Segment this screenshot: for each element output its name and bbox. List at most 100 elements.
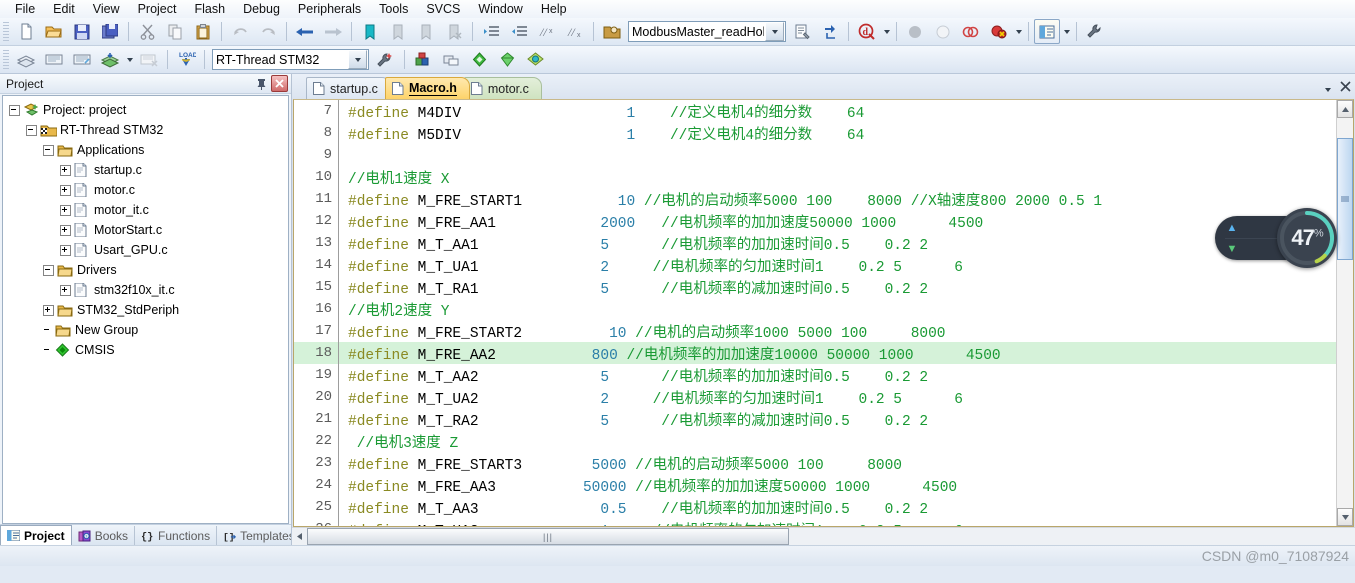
tree-expander-minus-icon[interactable] <box>9 104 20 116</box>
editor-tab-startup-c[interactable]: startup.c <box>306 77 391 99</box>
target-combo-arrow[interactable] <box>348 50 367 69</box>
editor-horizontal-scrollbar[interactable]: ||| <box>292 527 1355 545</box>
scroll-thumb[interactable] <box>1337 138 1353 260</box>
code-line[interactable]: 8 #define M5DIV 1 //定义电机4的细分数 64 <box>294 122 1336 144</box>
tree-expander-plus-icon[interactable] <box>60 224 71 236</box>
scroll-left-button[interactable] <box>292 533 307 540</box>
code-line[interactable]: 11 #define M_FRE_START1 10 //电机的启动频率5000 … <box>294 188 1336 210</box>
new-file-icon[interactable] <box>13 19 39 44</box>
rebuild-icon[interactable] <box>69 47 95 72</box>
code-line[interactable]: 22 //电机3速度 Z <box>294 430 1336 452</box>
target-options-icon[interactable] <box>373 47 399 72</box>
project-tab-project[interactable]: Project <box>0 525 72 545</box>
code-line[interactable]: 16 //电机2速度 Y <box>294 298 1336 320</box>
menu-item-peripherals[interactable]: Peripherals <box>289 1 370 17</box>
tree-item-motorstart-c[interactable]: MotorStart.c <box>3 220 288 240</box>
window-layout-icon[interactable] <box>1034 19 1060 44</box>
menu-item-window[interactable]: Window <box>469 1 531 17</box>
tree-item-rt-thread-stm32[interactable]: RT-Thread STM32 <box>3 120 288 140</box>
menu-item-view[interactable]: View <box>84 1 129 17</box>
tree-expander-plus-icon[interactable] <box>60 164 71 176</box>
tree-item-stm32-stdperiph[interactable]: STM32_StdPeriph <box>3 300 288 320</box>
tree-expander-plus-icon[interactable] <box>60 204 71 216</box>
tree-expander-minus-icon[interactable] <box>43 144 54 156</box>
manage-components-icon[interactable] <box>410 47 436 72</box>
editor-tab-macro-h[interactable]: Macro.h <box>384 77 470 99</box>
breakpoint-icon[interactable] <box>986 19 1012 44</box>
menu-item-edit[interactable]: Edit <box>44 1 84 17</box>
debug-dropdown-arrow[interactable] <box>881 20 892 43</box>
code-line[interactable]: 12 #define M_FRE_AA1 2000 //电机频率的加加速度5000… <box>294 210 1336 232</box>
tree-expander-minus-icon[interactable] <box>43 264 54 276</box>
scroll-down-button[interactable] <box>1337 508 1353 526</box>
browse-symbol-icon[interactable] <box>599 19 625 44</box>
project-tree[interactable]: Project: project RT-Thread STM32 Applicati… <box>2 95 289 524</box>
toolbar-grip[interactable] <box>3 21 9 42</box>
tree-expander-plus-icon[interactable] <box>60 244 71 256</box>
code-line[interactable]: 7 #define M4DIV 1 //定义电机4的细分数 64 <box>294 100 1336 122</box>
editor-tab-motor-c[interactable]: motor.c <box>463 77 542 99</box>
project-tab-books[interactable]: ? Books <box>72 526 136 545</box>
scroll-track-upper[interactable] <box>1337 118 1353 138</box>
code-line[interactable]: 9 <box>294 144 1336 166</box>
bookmark-toggle-icon[interactable] <box>357 19 383 44</box>
network-speed-widget[interactable]: ▲ 0 K/s ▼ 0 K/s 47% <box>1215 208 1337 268</box>
tree-item-stm32f10x-it-c[interactable]: stm32f10x_it.c <box>3 280 288 300</box>
tree-item-drivers[interactable]: Drivers <box>3 260 288 280</box>
menu-item-tools[interactable]: Tools <box>370 1 417 17</box>
code-line[interactable]: 25 #define M_T_AA3 0.5 //电机频率的加加速时间0.5 0.… <box>294 496 1336 518</box>
insert-template-icon[interactable] <box>789 19 815 44</box>
code-line[interactable]: 10 //电机1速度 X <box>294 166 1336 188</box>
tree-item-usart-gpu-c[interactable]: Usart_GPU.c <box>3 240 288 260</box>
tree-item-cmsis[interactable]: CMSIS <box>3 340 288 360</box>
save-icon[interactable] <box>69 19 95 44</box>
pack-icon[interactable] <box>522 47 548 72</box>
download-icon[interactable]: LOAD <box>173 47 199 72</box>
code-line[interactable]: 14 #define M_T_UA1 2 //电机频率的匀加速时间1 0.2 5 … <box>294 254 1336 276</box>
code-line[interactable]: 13 #define M_T_AA1 5 //电机频率的加加速时间0.5 0.2 … <box>294 232 1336 254</box>
tree-expander-plus-icon[interactable] <box>43 304 54 316</box>
batch-build-dropdown-arrow[interactable] <box>124 48 135 71</box>
code-line[interactable]: 17 #define M_FRE_START2 10 //电机的启动频率1000 … <box>294 320 1336 342</box>
menu-item-help[interactable]: Help <box>532 1 576 17</box>
tree-item-motor-c[interactable]: motor.c <box>3 180 288 200</box>
code-line[interactable]: 23 #define M_FRE_START3 5000 //电机的启动频率500… <box>294 452 1336 474</box>
code-line[interactable]: 26 #define M_T_UA3 1 //电机频率的匀加速时间1 0.2 5 … <box>294 518 1336 526</box>
copy-icon[interactable] <box>162 19 188 44</box>
tree-expander-minus-icon[interactable] <box>26 124 37 136</box>
debug-session-icon[interactable]: d <box>854 19 880 44</box>
pin-icon[interactable] <box>254 76 269 91</box>
tree-item-project-project[interactable]: Project: project <box>3 100 288 120</box>
close-tab-icon[interactable] <box>1340 81 1351 95</box>
menu-item-file[interactable]: File <box>6 1 44 17</box>
tree-item-startup-c[interactable]: startup.c <box>3 160 288 180</box>
code-line[interactable]: 18 #define M_FRE_AA2 800 //电机频率的加加速度10000… <box>294 342 1336 364</box>
open-file-icon[interactable] <box>41 19 67 44</box>
h-scroll-thumb[interactable]: ||| <box>307 528 789 545</box>
scroll-up-button[interactable] <box>1337 100 1353 118</box>
close-icon[interactable] <box>271 75 288 92</box>
outdent-icon[interactable] <box>506 19 532 44</box>
menu-item-svcs[interactable]: SVCS <box>417 1 469 17</box>
toolbar-grip[interactable] <box>3 49 9 70</box>
scroll-track-lower[interactable] <box>1337 260 1353 508</box>
navigate-back-icon[interactable] <box>292 19 318 44</box>
cut-icon[interactable] <box>134 19 160 44</box>
tree-expander-plus-icon[interactable] <box>60 184 71 196</box>
tree-expander-plus-icon[interactable] <box>60 284 71 296</box>
tree-item-new-group[interactable]: New Group <box>3 320 288 340</box>
pack-installer-icon[interactable] <box>466 47 492 72</box>
translate-icon[interactable] <box>13 47 39 72</box>
configure-icon[interactable] <box>1082 19 1108 44</box>
batch-build-icon[interactable] <box>97 47 123 72</box>
tab-list-dropdown-icon[interactable] <box>1325 81 1331 95</box>
paste-icon[interactable] <box>190 19 216 44</box>
build-icon[interactable] <box>41 47 67 72</box>
project-tab-templates[interactable]: [] Templates <box>217 526 302 545</box>
function-combo[interactable]: ModbusMaster_readHold <box>628 21 786 42</box>
breakpoint-dropdown-arrow[interactable] <box>1013 20 1024 43</box>
save-all-icon[interactable] <box>97 19 123 44</box>
find-in-files-icon[interactable] <box>817 19 843 44</box>
code-line[interactable]: 24 #define M_FRE_AA3 50000 //电机频率的加加速度500… <box>294 474 1336 496</box>
code-line[interactable]: 15 #define M_T_RA1 5 //电机频率的减加速时间0.5 0.2 … <box>294 276 1336 298</box>
